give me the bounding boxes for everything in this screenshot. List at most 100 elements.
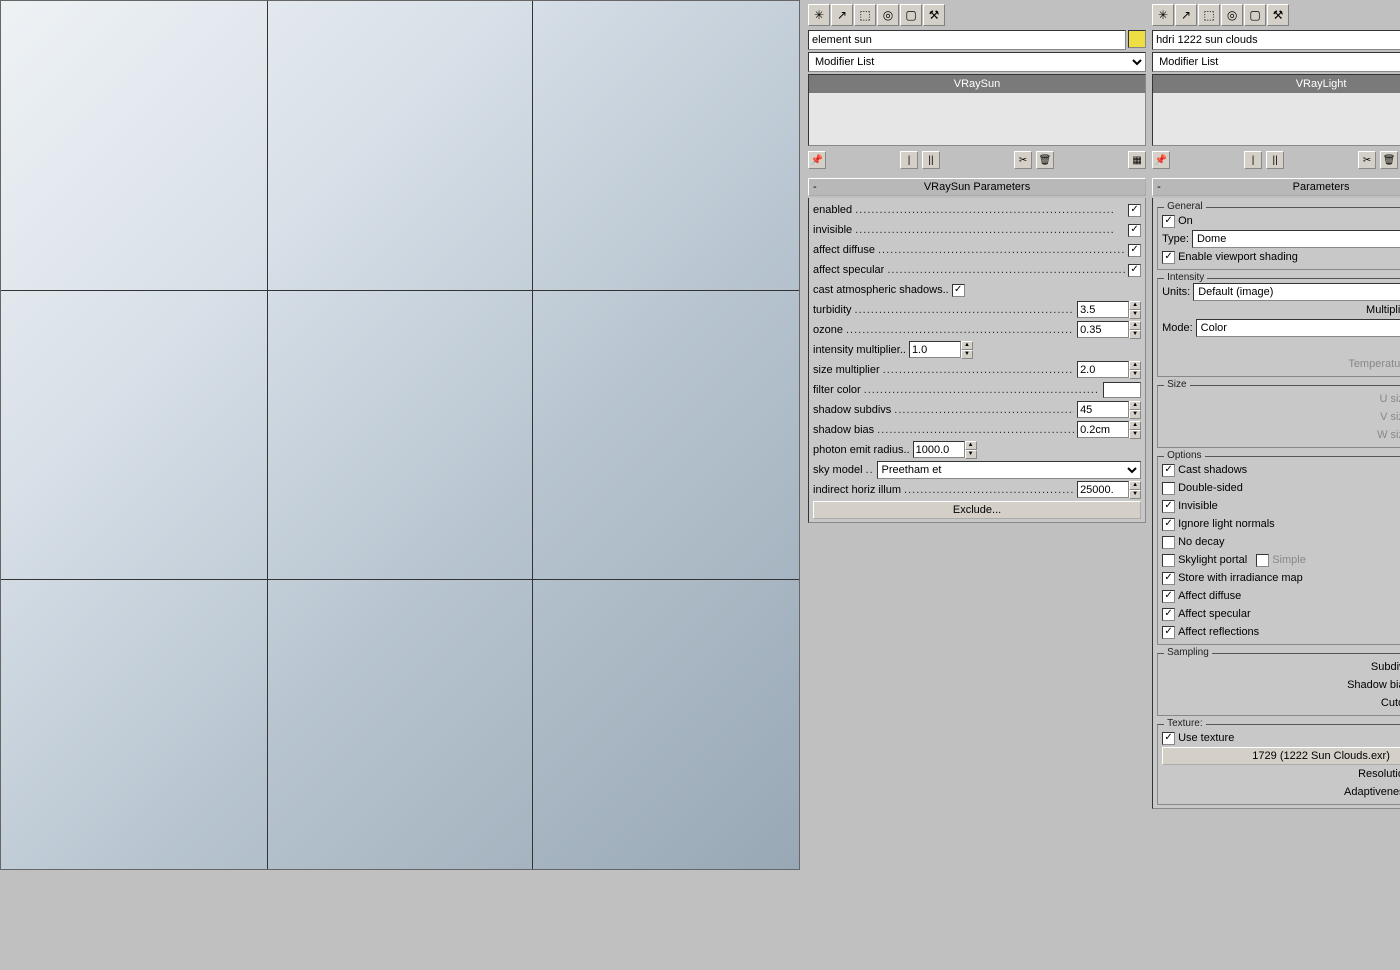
param-label: shadow bias (813, 424, 874, 436)
panel-tabs: ✳↗⬚◎▢⚒ (1152, 4, 1400, 26)
intensity-mult-input[interactable] (909, 341, 961, 358)
grid-line (1, 579, 799, 580)
modifier-list-dropdown[interactable]: Modifier List (808, 52, 1146, 72)
param-label: V size: (1162, 411, 1400, 423)
remove-modifier-icon[interactable]: ✂ (1014, 151, 1032, 169)
units-dropdown[interactable]: Default (image) (1193, 283, 1400, 301)
indirect-horiz-input[interactable] (1077, 481, 1129, 498)
no-decay-checkbox[interactable] (1162, 536, 1175, 549)
exclude-button[interactable]: Exclude... (813, 501, 1141, 519)
sky-model-dropdown[interactable]: Preetham et (877, 461, 1142, 479)
param-label: ozone (813, 324, 843, 336)
show-end-result-icon[interactable]: | (900, 151, 918, 169)
size-mult-input[interactable] (1077, 361, 1129, 378)
viewport[interactable] (0, 0, 800, 870)
texture-map-button[interactable]: 1729 (1222 Sun Clouds.exr) (1162, 747, 1400, 765)
photon-emit-input[interactable] (913, 441, 965, 458)
modifier-stack[interactable]: VRayLight (1152, 74, 1400, 146)
group-general: General OnExclude Type:Dome Enable viewp… (1157, 207, 1400, 270)
stack-item[interactable]: VRayLight (1153, 75, 1400, 93)
remove-modifier-icon[interactable]: ✂ (1358, 151, 1376, 169)
param-label: Cast shadows (1178, 464, 1247, 476)
double-sided-checkbox[interactable] (1162, 482, 1175, 495)
param-label: Units: (1162, 286, 1190, 298)
rollout-header[interactable]: -VRaySun Parameters (808, 178, 1146, 196)
utilities-tab-icon[interactable]: ⚒ (923, 4, 945, 26)
rollout-header[interactable]: -Parameters (1152, 178, 1400, 196)
stack-toolbar: 📌|||✂🗑▦ (1152, 148, 1400, 172)
display-tab-icon[interactable]: ▢ (900, 4, 922, 26)
motion-tab-icon[interactable]: ◎ (877, 4, 899, 26)
object-name-input[interactable] (1152, 30, 1400, 50)
param-label: filter color (813, 384, 861, 396)
modifier-stack[interactable]: VRaySun (808, 74, 1146, 146)
light-type-dropdown[interactable]: Dome (1192, 230, 1400, 248)
modify-tab-icon[interactable]: ↗ (1175, 4, 1197, 26)
shadow-bias-input[interactable] (1077, 421, 1129, 438)
object-color-swatch[interactable] (1128, 30, 1146, 48)
motion-tab-icon[interactable]: ◎ (1221, 4, 1243, 26)
param-label: Shadow bias: (1162, 679, 1400, 691)
affect-diffuse-checkbox[interactable] (1128, 244, 1141, 257)
trash-icon[interactable]: 🗑 (1036, 151, 1054, 169)
configure-sets-icon[interactable]: ▦ (1128, 151, 1146, 169)
object-name-input[interactable] (808, 30, 1126, 50)
cast-shadows-checkbox[interactable] (1162, 464, 1175, 477)
param-label: Multiplier: (1162, 304, 1400, 316)
skylight-portal-checkbox[interactable] (1162, 554, 1175, 567)
ignore-normals-checkbox[interactable] (1162, 518, 1175, 531)
on-checkbox[interactable] (1162, 215, 1175, 228)
enabled-checkbox[interactable] (1128, 204, 1141, 217)
trash-icon[interactable]: 🗑 (1380, 151, 1398, 169)
affect-reflections-checkbox[interactable] (1162, 626, 1175, 639)
store-irr-checkbox[interactable] (1162, 572, 1175, 585)
ozone-input[interactable] (1077, 321, 1129, 338)
filter-color-swatch[interactable] (1103, 382, 1141, 398)
rollout-title: VRaySun Parameters (924, 181, 1030, 193)
create-tab-icon[interactable]: ✳ (1152, 4, 1174, 26)
make-unique-icon[interactable]: || (922, 151, 940, 169)
panel-tabs: ✳ ↗ ⬚ ◎ ▢ ⚒ (808, 4, 1146, 26)
stack-toolbar: 📌 | || ✂ 🗑 ▦ (808, 148, 1146, 172)
param-label: sky model (813, 464, 863, 476)
affect-specular-checkbox[interactable] (1128, 264, 1141, 277)
modify-tab-icon[interactable]: ↗ (831, 4, 853, 26)
param-label: Adaptiveness: (1162, 786, 1400, 798)
param-label: size multiplier (813, 364, 880, 376)
pin-stack-icon[interactable]: 📌 (808, 151, 826, 169)
param-label: No decay (1178, 536, 1224, 548)
viewport-shading-checkbox[interactable] (1162, 251, 1175, 264)
affect-specular-checkbox[interactable] (1162, 608, 1175, 621)
param-label: indirect horiz illum (813, 484, 901, 496)
param-label: Cutoff: (1162, 697, 1400, 709)
param-label: affect specular (813, 264, 884, 276)
display-tab-icon[interactable]: ▢ (1244, 4, 1266, 26)
param-label: invisible (813, 224, 852, 236)
param-label: enabled (813, 204, 852, 216)
hierarchy-tab-icon[interactable]: ⬚ (1198, 4, 1220, 26)
affect-diffuse-checkbox[interactable] (1162, 590, 1175, 603)
hierarchy-tab-icon[interactable]: ⬚ (854, 4, 876, 26)
stack-item[interactable]: VRaySun (809, 75, 1145, 93)
invisible-checkbox[interactable] (1128, 224, 1141, 237)
param-label: intensity multiplier.. (813, 344, 906, 356)
create-tab-icon[interactable]: ✳ (808, 4, 830, 26)
mode-dropdown[interactable]: Color (1196, 319, 1400, 337)
cast-atmos-checkbox[interactable] (952, 284, 965, 297)
utilities-tab-icon[interactable]: ⚒ (1267, 4, 1289, 26)
make-unique-icon[interactable]: || (1266, 151, 1284, 169)
show-end-result-icon[interactable]: | (1244, 151, 1262, 169)
param-label: cast atmospheric shadows.. (813, 284, 949, 296)
use-texture-checkbox[interactable] (1162, 732, 1175, 745)
param-label: Mode: (1162, 322, 1193, 334)
group-title: Size (1164, 379, 1189, 390)
modifier-list-dropdown[interactable]: Modifier List (1152, 52, 1400, 72)
turbidity-input[interactable] (1077, 301, 1129, 318)
shadow-subdivs-input[interactable] (1077, 401, 1129, 418)
group-title: Texture: (1164, 718, 1206, 729)
pin-stack-icon[interactable]: 📌 (1152, 151, 1170, 169)
param-label: Use texture (1178, 732, 1234, 744)
param-label: Type: (1162, 233, 1189, 245)
group-options: Options Cast shadows Double-sided Invisi… (1157, 456, 1400, 645)
invisible-checkbox[interactable] (1162, 500, 1175, 513)
